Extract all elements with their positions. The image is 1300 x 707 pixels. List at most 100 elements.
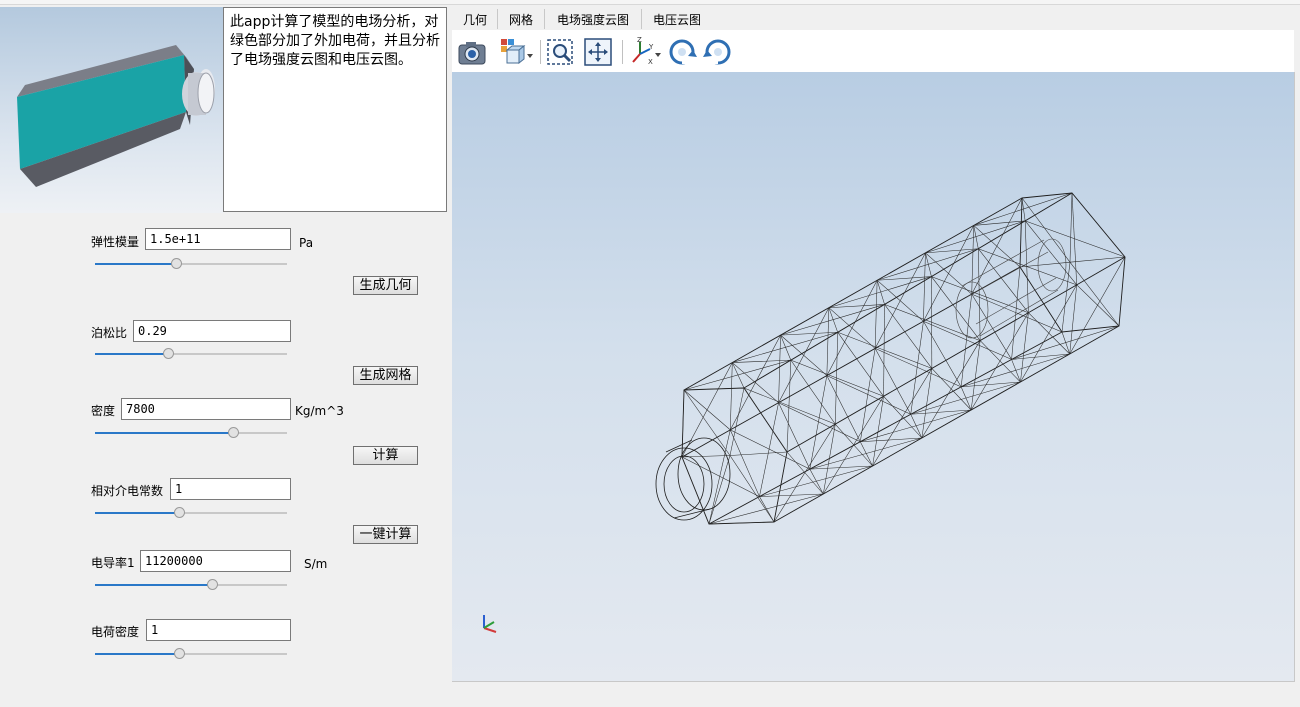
tab-voltage-contour[interactable]: 电压云图 <box>653 11 701 28</box>
tab-mesh[interactable]: 网格 <box>509 11 533 28</box>
mesh-edge <box>1061 262 1071 333</box>
mesh-edge <box>759 496 775 523</box>
poisson-ratio-input[interactable]: 0.29 <box>133 320 291 342</box>
mesh-edge <box>979 340 1021 383</box>
mesh-edge <box>960 294 972 387</box>
elastic-modulus-input[interactable]: 1.5e+11 <box>145 228 291 250</box>
mesh-edge <box>910 321 924 415</box>
mesh-edge <box>884 304 933 369</box>
slider-thumb[interactable] <box>170 258 182 269</box>
mesh-edge <box>925 248 979 254</box>
density-slider[interactable] <box>95 426 287 440</box>
hex-bar-model-icon <box>17 45 215 187</box>
mesh-edge <box>877 248 979 281</box>
mesh-edge <box>708 521 775 525</box>
mesh-edge <box>835 423 873 467</box>
mesh-edge <box>874 280 878 349</box>
mesh-edge <box>683 389 731 431</box>
tab-geometry[interactable]: 几何 <box>463 11 487 28</box>
camera-icon[interactable] <box>456 36 488 68</box>
conductivity-input[interactable]: 11200000 <box>140 550 291 572</box>
mesh-edge <box>683 389 731 456</box>
mesh-edge <box>923 321 1012 360</box>
mesh-edge <box>883 396 923 439</box>
mesh-edge <box>860 409 972 442</box>
mesh-edge <box>1069 261 1120 327</box>
mesh-edge <box>732 362 745 389</box>
mesh-edge <box>809 469 824 495</box>
slider-thumb[interactable] <box>174 648 186 659</box>
conductivity-slider[interactable] <box>95 578 287 592</box>
generate-mesh-button[interactable]: 生成网格 <box>353 366 418 385</box>
mesh-edge <box>780 304 885 336</box>
svg-text:X: X <box>648 58 653 66</box>
mesh-edge <box>971 225 974 295</box>
elastic-modulus-slider[interactable] <box>95 257 287 271</box>
relative-permittivity-slider[interactable] <box>95 506 287 520</box>
mesh-edge <box>876 280 924 322</box>
mesh-edge <box>828 276 932 308</box>
mesh-edge <box>732 362 779 403</box>
mesh-edge <box>778 402 811 470</box>
mesh-edge <box>732 332 838 363</box>
rotate-ccw-icon[interactable] <box>702 36 734 68</box>
charge-density-input[interactable]: 1 <box>146 619 291 641</box>
mesh-edge <box>1069 256 1126 355</box>
mesh-edge <box>872 368 933 467</box>
charge-density-slider[interactable] <box>95 647 287 661</box>
view-cube-icon[interactable] <box>498 36 533 68</box>
slider-thumb[interactable] <box>207 579 219 590</box>
conductivity-label: 电导率1 <box>91 556 135 570</box>
density-label: 密度 <box>91 404 116 418</box>
compute-button[interactable]: 计算 <box>353 446 418 465</box>
mesh-edge <box>1019 261 1071 268</box>
slider-thumb[interactable] <box>228 427 240 438</box>
poisson-ratio-label: 泊松比 <box>91 326 128 340</box>
mesh-edge <box>743 387 788 453</box>
viewer-toolbar: Z Y X <box>452 30 1294 72</box>
mesh-edge <box>683 387 745 391</box>
mesh-edge <box>1020 312 1029 383</box>
mesh-edge <box>960 386 972 411</box>
mesh-edge <box>730 429 760 497</box>
density-input[interactable]: 7800 <box>121 398 291 420</box>
mesh-edge <box>778 402 861 442</box>
mesh-edge <box>826 307 830 376</box>
mesh-edge <box>732 359 791 363</box>
mesh-edge <box>921 340 981 439</box>
mesh-edge <box>875 348 962 388</box>
mesh-edge <box>708 493 824 525</box>
3d-viewport[interactable] <box>452 72 1295 682</box>
fit-all-icon[interactable] <box>582 36 614 68</box>
mesh-edge <box>681 456 710 525</box>
mesh-edge <box>780 334 828 376</box>
mesh-edge <box>1069 192 1073 263</box>
mesh-edge <box>860 437 922 442</box>
mesh-edge <box>931 368 972 411</box>
tab-divider <box>641 9 642 29</box>
mesh-edge <box>823 396 884 495</box>
slider-thumb[interactable] <box>162 348 174 359</box>
relative-permittivity-input[interactable]: 1 <box>170 478 291 500</box>
tab-field-strength-contour[interactable]: 电场强度云图 <box>557 11 629 28</box>
one-click-compute-button[interactable]: 一键计算 <box>353 525 418 544</box>
mesh-edge <box>790 359 884 397</box>
poisson-ratio-slider[interactable] <box>95 347 287 361</box>
svg-text:Z: Z <box>637 36 642 44</box>
mesh-edge <box>729 455 775 523</box>
rotate-cw-icon[interactable] <box>666 36 698 68</box>
app-description: 此app计算了模型的电场分析，对绿色部分加了外加电荷，并且分析了电场强度云图和电… <box>223 7 447 212</box>
mesh-edge <box>681 389 685 458</box>
mesh-edge <box>872 396 884 467</box>
zoom-window-icon[interactable] <box>545 36 577 68</box>
generate-geometry-button[interactable]: 生成几何 <box>353 276 418 295</box>
mesh-edge <box>683 359 791 391</box>
mesh-edge <box>759 402 779 497</box>
axes-orientation-icon[interactable]: Z Y X <box>628 36 661 68</box>
window-top-border <box>0 0 1300 5</box>
mesh-edge <box>973 225 1021 268</box>
mesh-edge <box>809 437 922 470</box>
mesh-edge <box>730 429 810 470</box>
mesh-edge <box>910 414 923 439</box>
slider-thumb[interactable] <box>174 507 186 518</box>
